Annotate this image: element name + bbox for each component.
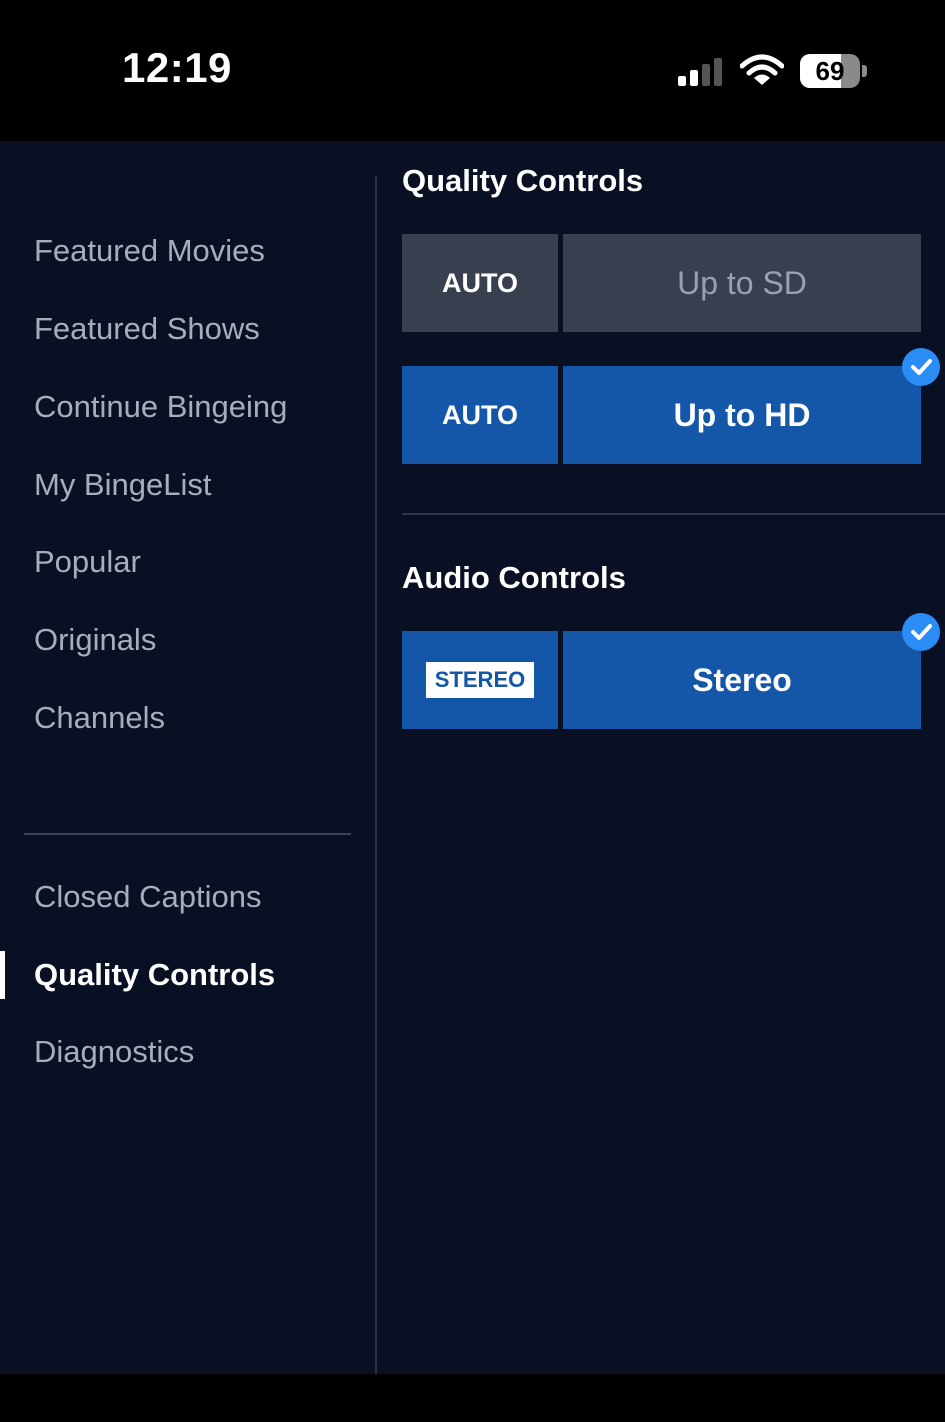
sidebar-item-featured-movies[interactable]: Featured Movies — [34, 227, 265, 275]
sidebar-item-quality-controls[interactable]: Quality Controls — [34, 951, 275, 999]
sidebar-item-originals[interactable]: Originals — [34, 616, 156, 664]
battery-percent: 69 — [815, 56, 845, 86]
sidebar-item-channels[interactable]: Channels — [34, 694, 165, 742]
clock: 12:19 — [122, 44, 232, 91]
quality-controls-title: Quality Controls — [402, 163, 644, 198]
checkmark-icon — [902, 613, 940, 651]
battery-icon: 69 — [800, 54, 868, 88]
option-label-box: Up to SD — [563, 234, 921, 332]
signal-bar — [702, 64, 710, 86]
sidebar-item-featured-shows[interactable]: Featured Shows — [34, 305, 260, 353]
audio-option-stereo[interactable]: STEREO Stereo — [402, 631, 921, 729]
sidebar-item-continue-bingeing[interactable]: Continue Bingeing — [34, 383, 287, 431]
option-label: Stereo — [692, 662, 792, 698]
sidebar: Featured Movies Featured Shows Continue … — [0, 141, 375, 1374]
vertical-divider — [375, 176, 377, 1374]
battery-cap — [862, 65, 867, 77]
status-bar: 12:19 69 — [0, 0, 945, 141]
auto-badge: AUTO — [441, 400, 518, 430]
signal-bar — [690, 70, 698, 86]
cellular-signal-icon — [678, 56, 726, 86]
auto-badge: AUTO — [441, 268, 518, 298]
quality-option-up-to-sd[interactable]: AUTO Up to SD — [402, 234, 921, 332]
option-label: Up to SD — [677, 265, 807, 301]
signal-bar — [678, 76, 686, 86]
stereo-badge: STEREO — [426, 662, 534, 698]
audio-controls-title: Audio Controls — [402, 560, 626, 595]
battery-body: 69 — [800, 54, 860, 88]
quality-option-up-to-hd[interactable]: AUTO Up to HD — [402, 366, 921, 464]
screen: 12:19 69 Featured Movies Featured Shows … — [0, 0, 945, 1422]
option-badge: AUTO — [402, 366, 558, 464]
active-item-indicator — [0, 951, 5, 999]
sidebar-item-closed-captions[interactable]: Closed Captions — [34, 873, 261, 921]
sidebar-item-my-bingelist[interactable]: My BingeList — [34, 461, 211, 509]
wifi-icon — [739, 54, 785, 88]
option-badge: AUTO — [402, 234, 558, 332]
signal-bar — [714, 58, 722, 86]
sidebar-item-diagnostics[interactable]: Diagnostics — [34, 1028, 194, 1076]
sidebar-item-popular[interactable]: Popular — [34, 538, 141, 586]
option-label: Up to HD — [673, 397, 811, 433]
checkmark-icon — [902, 348, 940, 386]
sidebar-divider — [24, 833, 351, 835]
settings-app: Featured Movies Featured Shows Continue … — [0, 141, 945, 1374]
section-divider — [402, 513, 945, 515]
option-label-box: Up to HD — [563, 366, 921, 464]
option-badge: STEREO — [402, 631, 558, 729]
bottom-strip — [0, 1374, 945, 1422]
option-label-box: Stereo — [563, 631, 921, 729]
